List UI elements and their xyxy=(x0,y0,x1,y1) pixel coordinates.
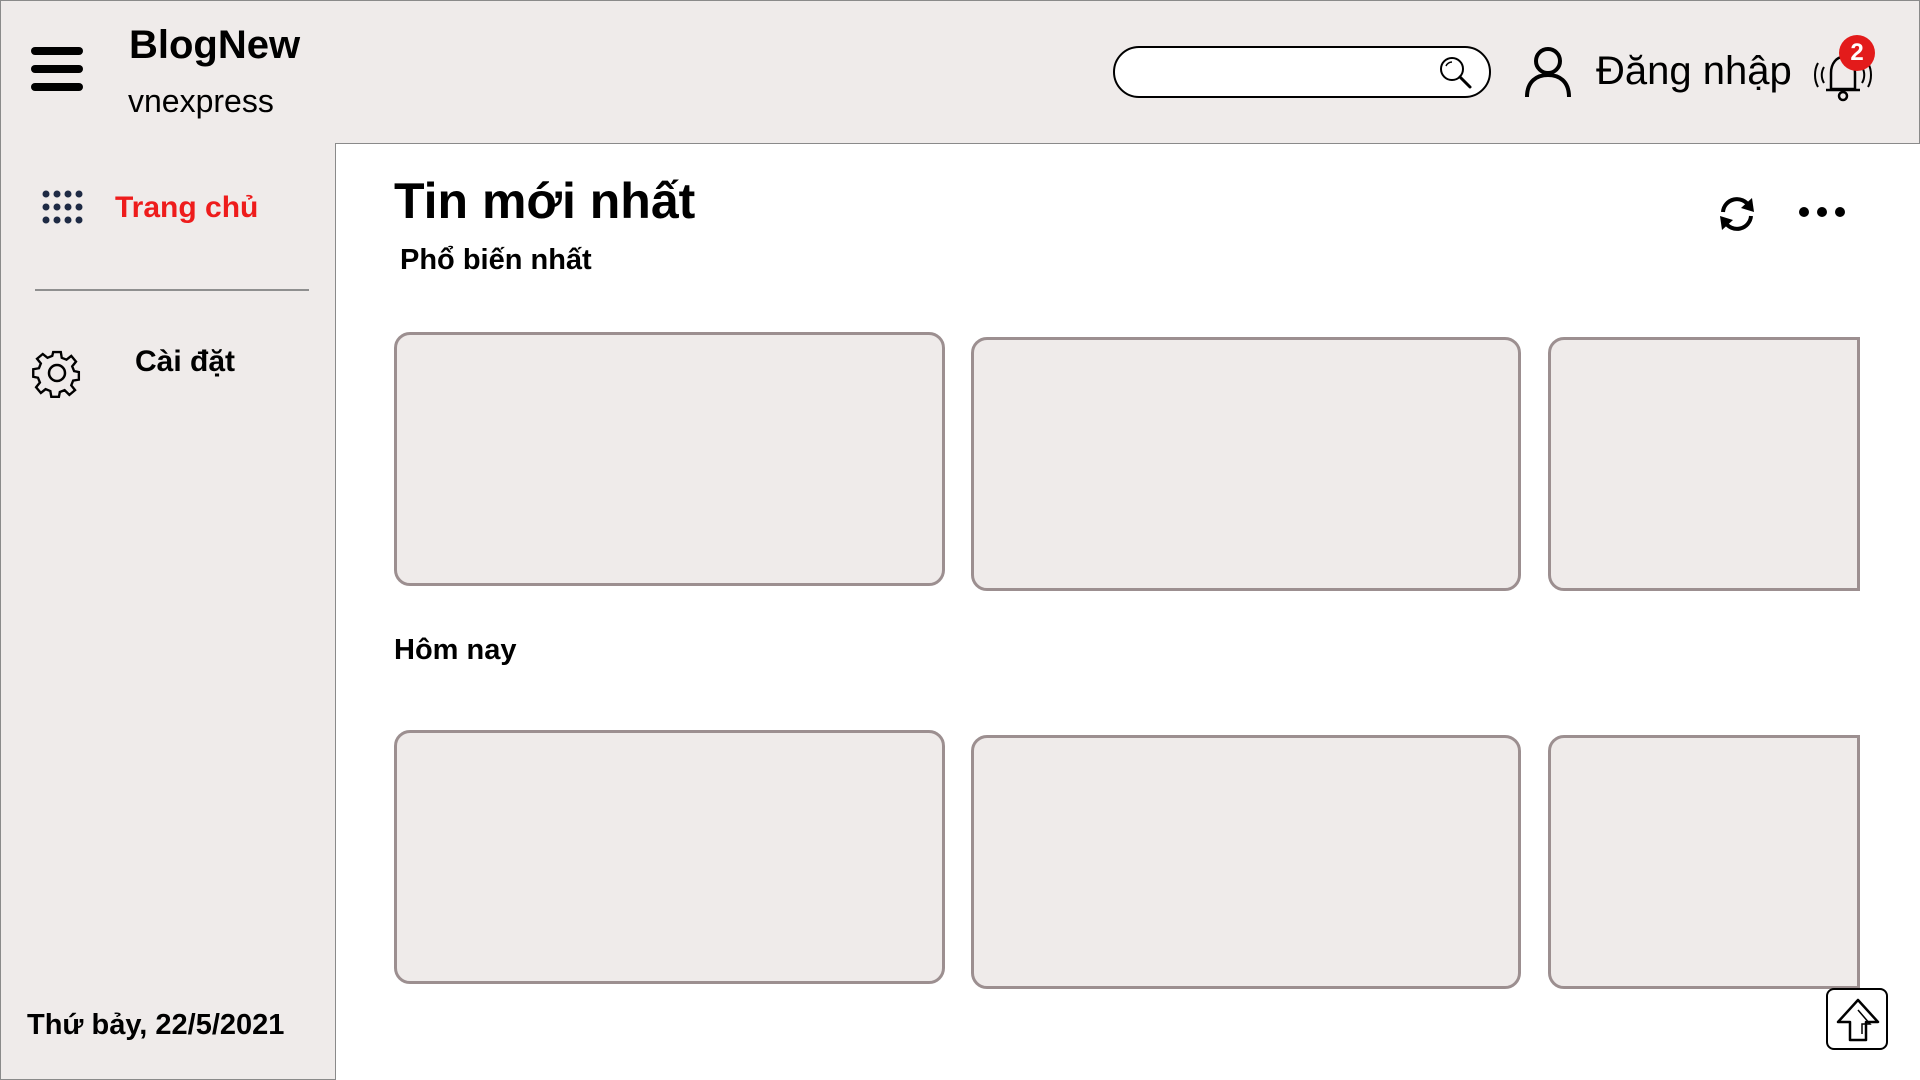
sidebar-divider xyxy=(35,289,309,291)
arrow-up-icon xyxy=(1836,998,1880,1042)
gear-icon xyxy=(32,350,81,398)
news-card[interactable] xyxy=(1548,337,1860,591)
news-card[interactable] xyxy=(394,730,945,984)
search-icon[interactable] xyxy=(1437,54,1475,92)
news-card[interactable] xyxy=(971,735,1521,989)
refresh-icon[interactable] xyxy=(1712,190,1762,238)
news-card[interactable] xyxy=(1548,735,1860,989)
grid-icon xyxy=(42,190,83,224)
search-input[interactable] xyxy=(1137,56,1431,90)
more-icon[interactable] xyxy=(1796,196,1848,228)
section-title-popular: Phổ biến nhất xyxy=(400,244,592,276)
login-link[interactable]: Đăng nhập xyxy=(1596,49,1792,94)
brand-title[interactable]: BlogNew xyxy=(129,23,300,68)
sidebar-item-label: Trang chủ xyxy=(115,191,259,224)
user-icon[interactable] xyxy=(1523,45,1573,99)
notification-badge: 2 xyxy=(1839,35,1875,71)
current-date: Thứ bảy, 22/5/2021 xyxy=(27,1009,285,1041)
brand-subtitle: vnexpress xyxy=(128,83,274,119)
sidebar-item-home[interactable]: Trang chủ xyxy=(41,185,321,233)
hamburger-menu-icon[interactable] xyxy=(31,47,83,91)
news-card[interactable] xyxy=(971,337,1521,591)
news-card[interactable] xyxy=(394,332,945,586)
sidebar: Trang chủ Cài đặt Thứ bảy, 22/5/2021 xyxy=(0,143,336,1080)
section-title-today: Hôm nay xyxy=(394,634,517,666)
page-title: Tin mới nhất xyxy=(394,173,696,229)
scroll-to-top-button[interactable] xyxy=(1826,988,1888,1050)
top-bar: BlogNew vnexpress Đăng nhập 2 xyxy=(0,0,1920,144)
sidebar-item-settings[interactable]: Cài đặt xyxy=(31,343,311,403)
sidebar-item-label: Cài đặt xyxy=(135,345,236,378)
search-box xyxy=(1113,46,1491,98)
